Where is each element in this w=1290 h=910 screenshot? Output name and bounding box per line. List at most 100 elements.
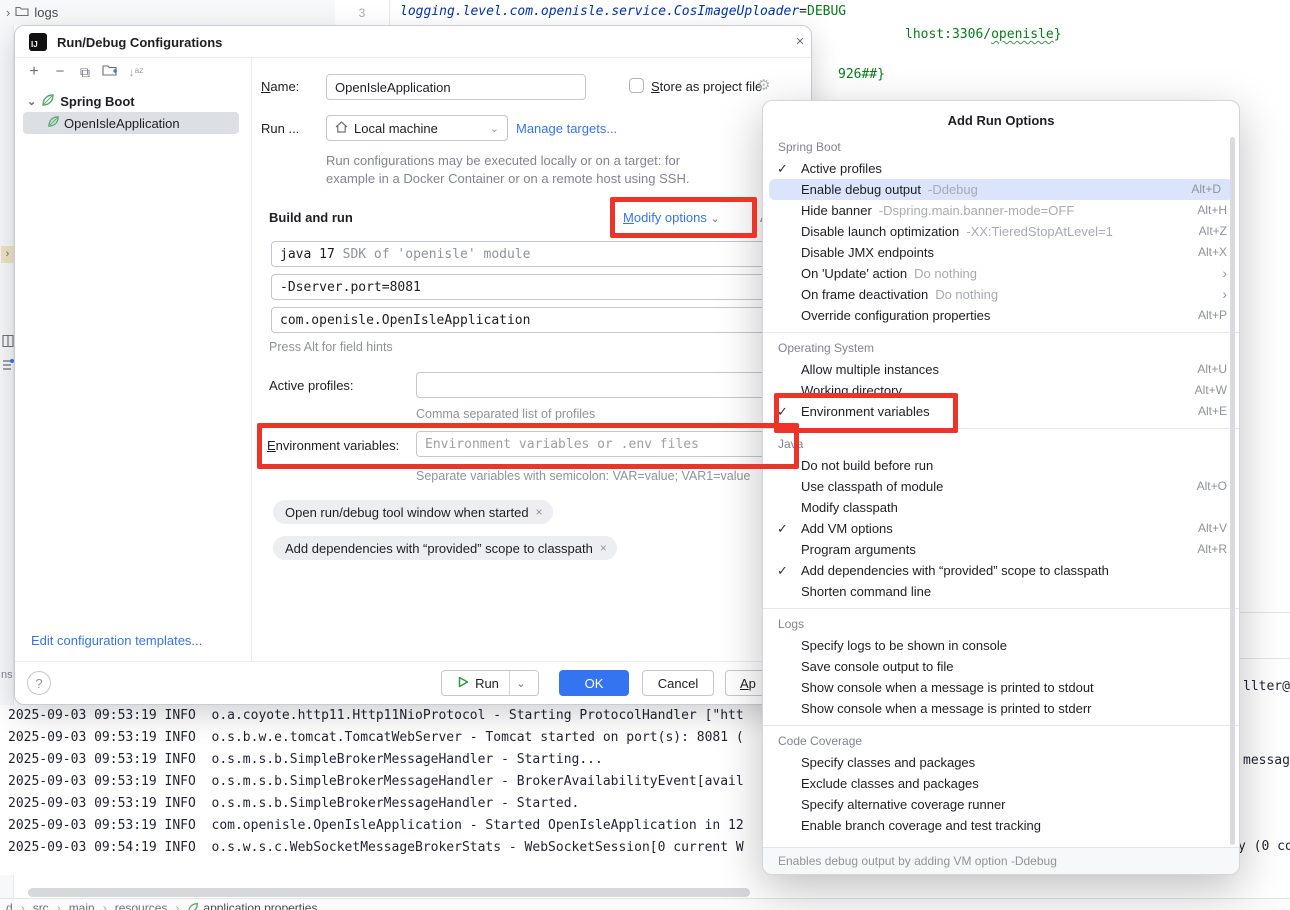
popup-menu-item[interactable]: Enable debug output-DdebugAlt+D [769, 179, 1233, 200]
popup-menu-item-label: Disable JMX endpoints [801, 242, 934, 263]
build-and-run-label: Build and run [269, 210, 353, 225]
popup-menu-item[interactable]: On frame deactivationDo nothing› [763, 284, 1239, 305]
divider [1240, 658, 1290, 659]
new-folder-icon[interactable] [101, 63, 119, 81]
breadcrumb-item[interactable]: resources [115, 901, 168, 910]
close-icon[interactable]: × [536, 505, 543, 519]
tree-item-label: OpenIsleApplication [64, 116, 180, 131]
option-tag-open-tool-window[interactable]: Open run/debug tool window when started … [273, 500, 553, 524]
close-icon[interactable]: × [791, 33, 809, 51]
popup-menu-list: Spring Boot✓Active profilesEnable debug … [763, 135, 1239, 847]
name-label: Name: [261, 79, 299, 94]
popup-menu-item[interactable]: ✓Add dependencies with “provided” scope … [763, 560, 1239, 581]
rail-text-fragment: ns [1, 669, 13, 681]
popup-section-header: Spring Boot [763, 137, 1239, 158]
breadcrumb[interactable]: d›src›main›resources›application.propert… [0, 898, 1290, 910]
popup-menu-item[interactable]: Specify alternative coverage runner [763, 794, 1239, 815]
option-tag-provided-scope[interactable]: Add dependencies with “provided” scope t… [273, 536, 617, 560]
popup-menu-item-label: Specify alternative coverage runner [801, 794, 1006, 815]
popup-menu-item[interactable]: On 'Update' actionDo nothing› [763, 263, 1239, 284]
main-class-input[interactable]: com.openisle.OpenIsleApplication [271, 307, 801, 333]
run-console[interactable]: 2025-09-03 09:53:19 INFO o.a.coyote.http… [0, 705, 762, 875]
sort-icon[interactable]: ↓ᵃᶻ [127, 63, 145, 81]
annotation-box-env-menu-item [774, 393, 958, 433]
popup-menu-item[interactable]: Allow multiple instancesAlt+U [763, 359, 1239, 380]
project-tree-row[interactable]: › logs [0, 0, 335, 25]
vertical-scrollbar[interactable] [1230, 137, 1235, 845]
active-profiles-hint: Comma separated list of profiles [416, 407, 595, 421]
popup-menu-item[interactable]: Use classpath of moduleAlt+O [763, 476, 1239, 497]
popup-menu-item[interactable]: Disable JMX endpointsAlt+X [763, 242, 1239, 263]
popup-menu-item[interactable]: Show console when a message is printed t… [763, 677, 1239, 698]
store-as-project-file-label[interactable]: Store as project file [651, 79, 762, 94]
edit-templates-link[interactable]: Edit configuration templates... [31, 633, 202, 648]
popup-menu-item[interactable]: Disable launch optimization-XX:TieredSto… [763, 221, 1239, 242]
chevron-down-icon[interactable]: ⌄ [510, 677, 532, 690]
remove-configuration-button[interactable]: − [51, 63, 69, 81]
popup-menu-item-label: On frame deactivation [801, 284, 928, 305]
popup-menu-item[interactable]: Specify logs to be shown in console [763, 635, 1239, 656]
popup-menu-item[interactable]: Save console output to file [763, 656, 1239, 677]
name-input[interactable]: OpenIsleApplication [326, 74, 586, 100]
horizontal-scrollbar[interactable] [28, 888, 750, 897]
breadcrumb-item[interactable]: application.properties [187, 901, 317, 910]
copy-configuration-icon[interactable]: ⧉ [76, 63, 94, 81]
editor-fragment-right-1: llter@c [1243, 679, 1290, 694]
popup-menu-item-label: Add dependencies with “provided” scope t… [801, 560, 1109, 581]
popup-menu-item[interactable]: ✓Add VM optionsAlt+V [763, 518, 1239, 539]
ok-button[interactable]: OK [559, 670, 629, 696]
breadcrumb-item[interactable]: d [6, 901, 13, 910]
breadcrumb-item[interactable]: main [69, 901, 95, 910]
shortcut-label: Alt+V [1198, 518, 1227, 539]
tree-group-spring-boot[interactable]: ⌄ Spring Boot [27, 90, 135, 112]
popup-menu-item[interactable]: Hide banner-Dspring.main.banner-mode=OFF… [763, 200, 1239, 221]
popup-menu-item-label: Active profiles [801, 158, 882, 179]
manage-targets-link[interactable]: Manage targets... [516, 121, 617, 136]
popup-menu-item[interactable]: Exclude classes and packages [763, 773, 1239, 794]
play-icon [458, 676, 469, 691]
structure-icon[interactable] [2, 358, 14, 375]
line-number: 3 [359, 6, 366, 20]
console-log-line: 2025-09-03 09:54:19 INFO o.s.w.s.c.WebSo… [0, 837, 762, 859]
add-configuration-button[interactable]: + [25, 63, 43, 81]
bookmarks-icon[interactable] [2, 334, 14, 351]
popup-menu-item-label: Disable launch optimization [801, 221, 959, 242]
popup-footer-hint: Enables debug output by adding VM option… [763, 847, 1239, 874]
shortcut-label: Alt+U [1197, 359, 1227, 380]
jre-select[interactable]: java 17 SDK of 'openisle' module [271, 241, 801, 267]
popup-menu-item[interactable]: ✓Active profiles [763, 158, 1239, 179]
run-on-select[interactable]: Local machine ⌄ [326, 115, 508, 141]
divider [251, 58, 252, 661]
chevron-right-icon[interactable]: › [6, 5, 10, 20]
popup-menu-item[interactable]: Show console when a message is printed t… [763, 698, 1239, 719]
console-log-line: 2025-09-03 09:53:19 INFO com.openisle.Op… [0, 815, 762, 837]
tree-item-openisleapplication[interactable]: OpenIsleApplication [23, 112, 239, 134]
gear-icon[interactable]: ⚙ [757, 76, 770, 94]
add-run-options-popup: Add Run Options Spring Boot✓Active profi… [762, 100, 1240, 875]
run-split-button[interactable]: Run ⌄ [441, 670, 539, 696]
close-icon[interactable]: × [600, 541, 607, 555]
run-on-label: Run ... [261, 121, 299, 136]
editor-fragment-right-2: messagi [1243, 753, 1290, 768]
popup-section-divider [763, 608, 1239, 609]
active-profiles-input[interactable] [416, 372, 801, 398]
popup-menu-item[interactable]: Modify classpath [763, 497, 1239, 518]
popup-menu-item[interactable]: Shorten command line [763, 581, 1239, 602]
popup-menu-item[interactable]: Override configuration propertiesAlt+P [763, 305, 1239, 326]
popup-menu-item[interactable]: Program argumentsAlt+R [763, 539, 1239, 560]
popup-menu-item-hint: Do nothing [914, 263, 977, 284]
project-folder-label[interactable]: logs [34, 5, 58, 20]
store-as-project-file-checkbox[interactable] [629, 78, 644, 93]
breadcrumb-item[interactable]: src [33, 901, 49, 910]
popup-menu-item-label: Program arguments [801, 539, 916, 560]
stripe-chevron-icon[interactable]: › [1, 246, 14, 263]
popup-menu-item[interactable]: Enable branch coverage and test tracking [763, 815, 1239, 836]
console-log-line: 2025-09-03 09:53:19 INFO o.s.m.s.b.Simpl… [0, 771, 762, 793]
popup-menu-item[interactable]: Specify classes and packages [763, 752, 1239, 773]
popup-menu-item[interactable]: Do not build before run [763, 455, 1239, 476]
help-icon[interactable]: ? [27, 671, 51, 695]
chevron-down-icon[interactable]: ⌄ [27, 95, 36, 108]
cancel-button[interactable]: Cancel [642, 670, 714, 696]
vm-options-input[interactable]: -Dserver.port=8081 ≣ [271, 274, 801, 300]
breadcrumb-separator: › [175, 901, 179, 910]
